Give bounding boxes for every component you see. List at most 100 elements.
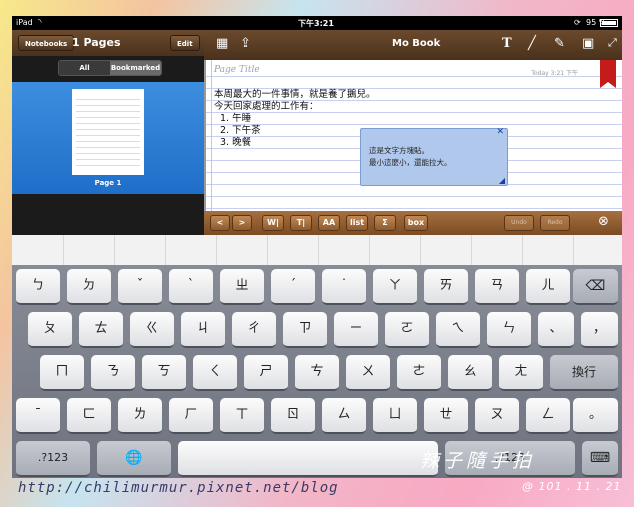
key[interactable]: 、 (538, 312, 574, 348)
url-watermark: http://chilimurmur.pixnet.net/blog (18, 480, 339, 496)
key[interactable]: ˉ (16, 398, 60, 434)
sidebar-title: 1 Pages (72, 36, 121, 49)
key[interactable]: ˊ (271, 269, 315, 305)
page-thumbnail (72, 89, 144, 175)
key[interactable]: ㄅ (16, 269, 60, 305)
sidebar-header: Notebooks 1 Pages Edit (12, 30, 204, 56)
page-title-field[interactable]: Page Title (214, 65, 260, 75)
note-line: 1. 午睡 (220, 113, 252, 124)
image-icon[interactable]: ▣ (582, 36, 594, 51)
sum-button[interactable]: Σ (374, 215, 396, 231)
text-size-button[interactable]: T| (290, 215, 312, 231)
note-line: 今天回家處理的工作有： (214, 101, 319, 112)
key[interactable]: ㄧ (334, 312, 378, 348)
marker-icon[interactable]: ✎ (554, 36, 565, 51)
prev-button[interactable]: < (210, 215, 230, 231)
key[interactable]: ㄞ (424, 269, 468, 305)
grid-icon[interactable]: ▦ (216, 36, 228, 51)
key[interactable]: ㄘ (295, 355, 339, 391)
key[interactable]: ㄇ (40, 355, 84, 391)
key[interactable]: ㄣ (487, 312, 531, 348)
globe-key[interactable]: 🌐 (97, 441, 171, 477)
key[interactable]: ㄏ (169, 398, 213, 434)
battery-icon (600, 19, 618, 27)
key[interactable]: ㄒ (220, 398, 264, 434)
word-count-button[interactable]: W| (262, 215, 284, 231)
next-button[interactable]: > (232, 215, 252, 231)
key[interactable]: ㄋ (91, 355, 135, 391)
segment-all[interactable]: All (59, 61, 110, 75)
key[interactable]: ˋ (169, 269, 213, 305)
key[interactable]: ˙ (322, 269, 366, 305)
key[interactable]: ㄠ (448, 355, 492, 391)
page-list-item[interactable]: Page 1 (12, 82, 204, 194)
key[interactable]: ㄔ (232, 312, 276, 348)
key[interactable]: ㄙ (322, 398, 366, 434)
key[interactable]: ㄊ (79, 312, 123, 348)
pen-icon[interactable]: ╱ (528, 36, 536, 51)
note-line: 2. 下午茶 (220, 125, 261, 136)
key[interactable]: ㄛ (385, 312, 429, 348)
key[interactable]: ㄗ (283, 312, 327, 348)
editor-toolbar: ▦ ⇪ Mo Book T ╱ ✎ ▣ ⤢ (204, 30, 622, 60)
font-case-button[interactable]: AA (318, 215, 340, 231)
sticky-line: 這是文字方塊貼。 (369, 146, 429, 155)
hide-keyboard-key[interactable]: ⌨ (582, 441, 618, 477)
key[interactable]: ㄈ (67, 398, 111, 434)
close-icon[interactable]: ✕ (496, 127, 504, 137)
key[interactable]: ㄖ (271, 398, 315, 434)
key[interactable]: ㄨ (346, 355, 390, 391)
expand-icon[interactable]: ⤢ (608, 36, 617, 50)
notebook-title: Mo Book (392, 38, 441, 49)
numbers-key[interactable]: .?123 (16, 441, 90, 477)
page-label: Page 1 (94, 179, 122, 187)
key[interactable]: ㄤ (499, 355, 543, 391)
filter-segmented-control: All Bookmarked (58, 60, 162, 76)
key[interactable]: ㄢ (475, 269, 519, 305)
segment-bookmarked[interactable]: Bookmarked (110, 61, 161, 75)
note-line: 本周最大的一件事情，就是養了鵝兒。 (214, 89, 376, 100)
notebooks-button[interactable]: Notebooks (18, 35, 75, 51)
key[interactable]: ㄜ (397, 355, 441, 391)
key[interactable]: ㄑ (193, 355, 237, 391)
orientation-lock-icon: ⟳ (574, 18, 581, 27)
close-keyboard-icon[interactable]: ⊗ (598, 214, 609, 229)
key[interactable]: ㄡ (475, 398, 519, 434)
key[interactable]: ㄥ (526, 398, 570, 434)
pages-sidebar: Notebooks 1 Pages Edit All Bookmarked Pa… (12, 30, 204, 235)
key[interactable]: ㄝ (424, 398, 468, 434)
space-key[interactable] (178, 441, 438, 477)
edit-button[interactable]: Edit (170, 35, 200, 51)
key[interactable]: ㄟ (436, 312, 480, 348)
resize-handle-icon[interactable]: ◢ (499, 176, 505, 185)
key[interactable]: 。 (573, 398, 618, 434)
key[interactable]: ㄉ (67, 269, 111, 305)
key[interactable]: ㄌ (118, 398, 162, 434)
key[interactable]: ˇ (118, 269, 162, 305)
zhuyin-keyboard: ㄅ ㄉ ˇ ˋ ㄓ ˊ ˙ ㄚ ㄞ ㄢ ㄦ ⌫ ㄆ ㄊ ㄍ ㄐ ㄔ ㄗ ㄧ ㄛ … (12, 235, 622, 478)
key[interactable]: ㄐ (181, 312, 225, 348)
textbox-button[interactable]: box (404, 215, 428, 231)
share-icon[interactable]: ⇪ (240, 36, 251, 51)
key[interactable]: ㄩ (373, 398, 417, 434)
text-tool-icon[interactable]: T (502, 36, 512, 51)
note-page[interactable]: Page Title Today 3:21 下午 本周最大的一件事情，就是養了鵝… (204, 60, 622, 211)
candidate-bar (12, 235, 622, 265)
list-button[interactable]: list (346, 215, 368, 231)
backspace-key[interactable]: ⌫ (573, 269, 618, 305)
key[interactable]: ， (581, 312, 618, 348)
format-toolbar: < > W| T| AA list Σ box Undo Redo ⊗ (204, 211, 622, 235)
key[interactable]: ㄓ (220, 269, 264, 305)
sticky-text-box[interactable]: ✕ 這是文字方塊貼。 最小這麼小，還能拉大。 ◢ (360, 127, 508, 186)
bookmark-ribbon-icon[interactable] (600, 60, 616, 88)
return-key[interactable]: 換行 (550, 355, 618, 391)
key[interactable]: ㄆ (28, 312, 72, 348)
redo-button[interactable]: Redo (540, 215, 570, 231)
key[interactable]: ㄚ (373, 269, 417, 305)
key[interactable]: ㄕ (244, 355, 288, 391)
key[interactable]: ㄍ (130, 312, 174, 348)
undo-button[interactable]: Undo (504, 215, 534, 231)
key[interactable]: ㄎ (142, 355, 186, 391)
note-line: 3. 晚餐 (220, 137, 252, 148)
key[interactable]: ㄦ (526, 269, 570, 305)
